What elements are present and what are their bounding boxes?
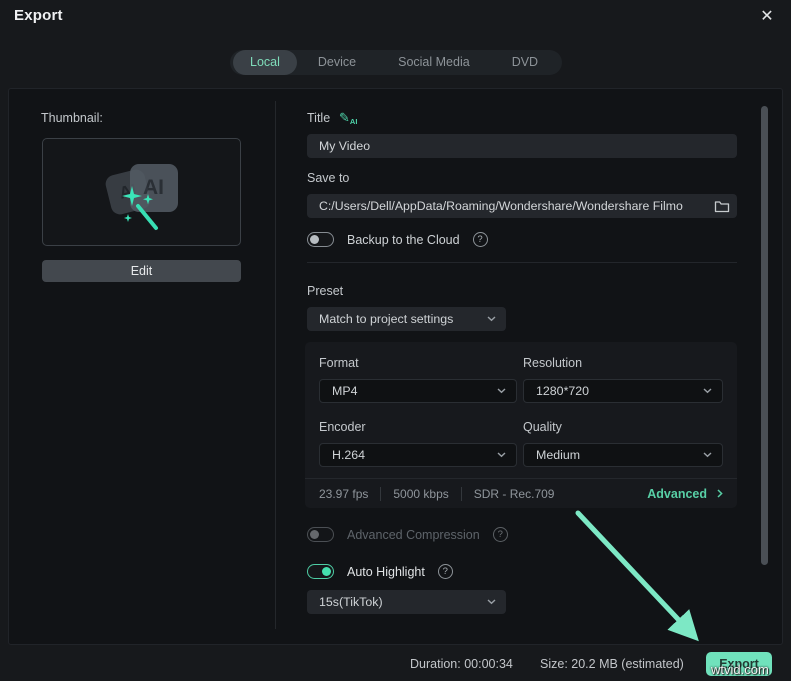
chevron-down-icon (487, 316, 496, 322)
tab-social-media[interactable]: Social Media (377, 50, 491, 75)
backup-toggle[interactable] (307, 232, 334, 247)
tab-local[interactable]: Local (233, 50, 297, 75)
column-divider (275, 101, 276, 629)
chevron-down-icon (497, 388, 506, 394)
auto-highlight-label: Auto Highlight (347, 564, 425, 579)
auto-highlight-row: Auto Highlight ? (307, 564, 453, 579)
advanced-compression-toggle[interactable] (307, 527, 334, 542)
resolution-label: Resolution (523, 356, 583, 370)
save-to-label: Save to (307, 171, 350, 185)
export-dialog: Export ✕ Local Device Social Media DVD T… (0, 0, 791, 681)
advanced-label: Advanced (647, 486, 707, 501)
pen-icon: ✎ (339, 110, 350, 125)
tab-dvd[interactable]: DVD (491, 50, 559, 75)
format-label: Format (319, 356, 359, 370)
highlight-duration-select[interactable]: 15s(TikTok) (307, 590, 506, 614)
ai-card-front-text: AI (143, 176, 164, 199)
stream-info-row: 23.97 fps 5000 kbps SDR - Rec.709 Advanc… (305, 478, 737, 508)
edit-thumbnail-button[interactable]: Edit (42, 260, 241, 282)
quality-value: Medium (536, 448, 581, 462)
title-input[interactable] (307, 134, 737, 158)
tab-device[interactable]: Device (297, 50, 377, 75)
advanced-settings-link[interactable]: Advanced (647, 487, 723, 501)
advanced-compression-help-icon[interactable]: ? (492, 527, 508, 542)
resolution-value: 1280*720 (536, 384, 590, 398)
ai-sub-text: AI (349, 117, 358, 126)
size-label: Size: (540, 657, 568, 671)
folder-icon[interactable] (714, 199, 730, 213)
quality-label: Quality (523, 420, 562, 434)
colorspace-info: SDR - Rec.709 (460, 486, 567, 501)
format-select[interactable]: MP4 (319, 379, 517, 403)
encoder-value: H.264 (332, 448, 366, 462)
auto-highlight-help-icon[interactable]: ? (437, 564, 453, 579)
chevron-down-icon (497, 452, 506, 458)
preset-label: Preset (307, 284, 344, 298)
encoder-label: Encoder (319, 420, 366, 434)
chevron-right-icon (717, 489, 723, 498)
highlight-duration-value: 15s(TikTok) (319, 595, 383, 609)
section-divider (307, 262, 737, 263)
format-value: MP4 (332, 384, 358, 398)
bitrate-info: 5000 kbps (380, 486, 460, 501)
thumbnail-label: Thumbnail: (41, 111, 103, 125)
size-value: 20.2 MB (estimated) (571, 657, 684, 671)
thumbnail-preview: AI AI (42, 138, 241, 246)
resolution-select[interactable]: 1280*720 (523, 379, 723, 403)
title-label: Title (307, 111, 331, 125)
chevron-down-icon (487, 599, 496, 605)
export-target-tabs: Local Device Social Media DVD (230, 50, 563, 75)
size-info: Size: 20.2 MB (estimated) (540, 657, 684, 671)
advanced-compression-label: Advanced Compression (347, 527, 480, 542)
advanced-compression-row: Advanced Compression ? (307, 527, 508, 542)
quality-select[interactable]: Medium (523, 443, 723, 467)
duration-value: 00:00:34 (464, 657, 513, 671)
fps-info: 23.97 fps (319, 486, 369, 501)
vertical-scrollbar[interactable] (761, 106, 768, 565)
backup-row: Backup to the Cloud ? (307, 232, 488, 247)
close-icon[interactable]: ✕ (756, 6, 778, 28)
backup-help-icon[interactable]: ? (472, 232, 488, 247)
preset-value: Match to project settings (319, 312, 454, 326)
duration-label: Duration: (410, 657, 461, 671)
backup-label: Backup to the Cloud (347, 232, 460, 247)
encoder-select[interactable]: H.264 (319, 443, 517, 467)
preset-select[interactable]: Match to project settings (307, 307, 506, 331)
ai-thumbnail-icon: AI AI (94, 156, 190, 230)
duration-info: Duration: 00:00:34 (410, 657, 513, 671)
save-path-input[interactable] (307, 194, 737, 218)
ai-title-icon[interactable]: ✎AI (339, 110, 357, 126)
chevron-down-icon (703, 388, 712, 394)
auto-highlight-toggle[interactable] (307, 564, 334, 579)
chevron-down-icon (703, 452, 712, 458)
dialog-title: Export (14, 7, 63, 24)
watermark: wtvid.com (711, 662, 769, 677)
